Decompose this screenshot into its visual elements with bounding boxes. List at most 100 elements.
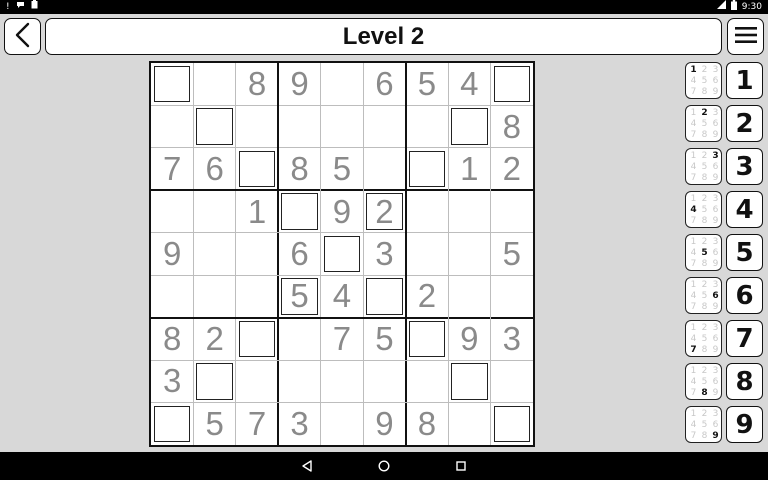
board-cell[interactable]: 5 xyxy=(491,233,533,275)
board-cell[interactable]: 3 xyxy=(491,318,533,360)
board-cell[interactable]: 3 xyxy=(151,360,193,402)
board-cell[interactable] xyxy=(448,105,490,147)
board-cell[interactable] xyxy=(448,403,490,445)
board-cell[interactable]: 4 xyxy=(448,63,490,105)
back-triangle-icon[interactable] xyxy=(297,452,317,480)
board-cell[interactable] xyxy=(406,148,448,190)
pencil-mark-button-6[interactable]: 123 456 789 xyxy=(685,277,722,314)
board-cell[interactable]: 5 xyxy=(363,318,405,360)
board-cell[interactable] xyxy=(151,63,193,105)
board-cell[interactable]: 2 xyxy=(406,275,448,317)
board-cell[interactable] xyxy=(448,360,490,402)
board-cell[interactable] xyxy=(236,105,278,147)
menu-button[interactable] xyxy=(727,18,764,55)
board-cell[interactable] xyxy=(236,318,278,360)
board-cell[interactable] xyxy=(363,275,405,317)
number-button-9[interactable]: 9 xyxy=(726,406,763,443)
board-cell[interactable]: 2 xyxy=(491,148,533,190)
board-cell[interactable]: 2 xyxy=(193,318,235,360)
board-cell[interactable]: 5 xyxy=(406,63,448,105)
board-cell[interactable]: 7 xyxy=(321,318,363,360)
board-cell[interactable]: 6 xyxy=(193,148,235,190)
pencil-mark-button-2[interactable]: 123 456 789 xyxy=(685,105,722,142)
board-cell[interactable]: 9 xyxy=(448,318,490,360)
board-cell[interactable] xyxy=(406,360,448,402)
pencil-mark-button-1[interactable]: 123 456 789 xyxy=(685,62,722,99)
board-cell[interactable] xyxy=(321,360,363,402)
board-cell[interactable]: 8 xyxy=(406,403,448,445)
number-button-6[interactable]: 6 xyxy=(726,277,763,314)
board-cell[interactable] xyxy=(151,105,193,147)
board-cell[interactable] xyxy=(363,148,405,190)
board-cell[interactable] xyxy=(448,233,490,275)
board-cell[interactable] xyxy=(236,275,278,317)
board-cell[interactable]: 5 xyxy=(321,148,363,190)
board-cell[interactable]: 1 xyxy=(448,148,490,190)
board-cell[interactable]: 1 xyxy=(236,190,278,232)
board-cell[interactable] xyxy=(491,403,533,445)
board-cell[interactable]: 3 xyxy=(278,403,320,445)
board-cell[interactable] xyxy=(406,318,448,360)
board-cell[interactable] xyxy=(406,105,448,147)
number-button-7[interactable]: 7 xyxy=(726,320,763,357)
board-cell[interactable]: 4 xyxy=(321,275,363,317)
board-cell[interactable]: 9 xyxy=(321,190,363,232)
number-button-8[interactable]: 8 xyxy=(726,363,763,400)
board-cell[interactable] xyxy=(321,63,363,105)
number-button-2[interactable]: 2 xyxy=(726,105,763,142)
board-cell[interactable]: 5 xyxy=(193,403,235,445)
board-cell[interactable]: 2 xyxy=(363,190,405,232)
pencil-mark-button-5[interactable]: 123 456 789 xyxy=(685,234,722,271)
board-cell[interactable]: 9 xyxy=(151,233,193,275)
board-cell[interactable] xyxy=(193,360,235,402)
pencil-mark-button-7[interactable]: 123 456 789 xyxy=(685,320,722,357)
number-button-1[interactable]: 1 xyxy=(726,62,763,99)
number-button-3[interactable]: 3 xyxy=(726,148,763,185)
board-cell[interactable]: 7 xyxy=(151,148,193,190)
number-button-5[interactable]: 5 xyxy=(726,234,763,271)
board-cell[interactable] xyxy=(193,233,235,275)
board-cell[interactable] xyxy=(236,233,278,275)
board-cell[interactable] xyxy=(236,148,278,190)
board-cell[interactable] xyxy=(278,318,320,360)
pencil-mark-button-4[interactable]: 123 456 789 xyxy=(685,191,722,228)
number-button-4[interactable]: 4 xyxy=(726,191,763,228)
board-cell[interactable] xyxy=(193,190,235,232)
board-cell[interactable]: 8 xyxy=(491,105,533,147)
board-cell[interactable] xyxy=(491,190,533,232)
home-circle-icon[interactable] xyxy=(374,452,394,480)
board-cell[interactable] xyxy=(193,63,235,105)
board-cell[interactable]: 8 xyxy=(236,63,278,105)
board-cell[interactable] xyxy=(151,275,193,317)
board-cell[interactable] xyxy=(491,275,533,317)
board-cell[interactable]: 9 xyxy=(363,403,405,445)
board-cell[interactable] xyxy=(321,403,363,445)
board-cell[interactable]: 3 xyxy=(363,233,405,275)
board-cell[interactable]: 6 xyxy=(278,233,320,275)
board-cell[interactable] xyxy=(278,105,320,147)
board-cell[interactable] xyxy=(448,275,490,317)
board-cell[interactable] xyxy=(321,233,363,275)
board-cell[interactable] xyxy=(151,403,193,445)
board-cell[interactable] xyxy=(151,190,193,232)
board-cell[interactable] xyxy=(193,275,235,317)
board-cell[interactable] xyxy=(321,105,363,147)
board-cell[interactable]: 5 xyxy=(278,275,320,317)
board-cell[interactable] xyxy=(278,190,320,232)
board-cell[interactable]: 8 xyxy=(278,148,320,190)
pencil-mark-button-8[interactable]: 123 456 789 xyxy=(685,363,722,400)
board-cell[interactable] xyxy=(491,360,533,402)
back-button[interactable] xyxy=(4,18,41,55)
board-cell[interactable] xyxy=(491,63,533,105)
board-cell[interactable] xyxy=(236,360,278,402)
board-cell[interactable] xyxy=(278,360,320,402)
board-cell[interactable] xyxy=(406,233,448,275)
board-cell[interactable] xyxy=(193,105,235,147)
recents-square-icon[interactable] xyxy=(451,452,471,480)
pencil-mark-button-9[interactable]: 123 456 789 xyxy=(685,406,722,443)
board-cell[interactable]: 8 xyxy=(151,318,193,360)
board-cell[interactable]: 6 xyxy=(363,63,405,105)
pencil-mark-button-3[interactable]: 123 456 789 xyxy=(685,148,722,185)
board-cell[interactable]: 9 xyxy=(278,63,320,105)
board-cell[interactable] xyxy=(363,360,405,402)
